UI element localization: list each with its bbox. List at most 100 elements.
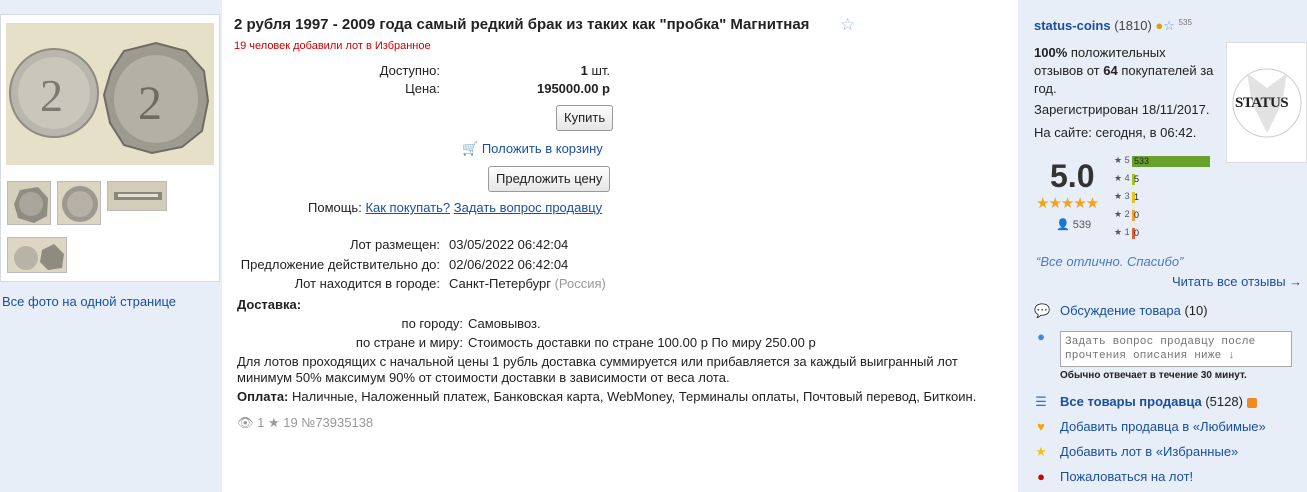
score-stars: ★★★★★ <box>1036 195 1099 212</box>
all-items-link[interactable]: Все товары продавца <box>1060 394 1202 409</box>
price-value: 195000.00 р <box>536 81 610 96</box>
response-time: Обычно отвечает в течение 30 минут. <box>1060 370 1247 381</box>
all-photos-link[interactable]: Все фото на одной странице <box>2 294 176 309</box>
rating-bar-count: 1 <box>1134 192 1140 202</box>
cart-icon: 🛒 <box>462 141 479 156</box>
list-icon: ☰ <box>1035 394 1047 409</box>
rating-bar-row: ★ 5 533 <box>1114 155 1210 169</box>
report-lot-link[interactable]: Пожаловаться на лот! <box>1060 469 1193 484</box>
chat-bubbles-icon: 💬 <box>1034 303 1051 318</box>
add-favorite-seller-link[interactable]: Добавить продавца в «Любимые» <box>1060 419 1266 434</box>
seller-rating-count: (1810) <box>1114 18 1152 33</box>
user-icon: 👤 <box>1056 219 1070 231</box>
delivery-country-value: Стоимость доставки по стране 100.00 р По… <box>468 335 816 350</box>
star-outline-icon: ☆ <box>1163 18 1175 33</box>
country-name: (Россия) <box>554 276 606 291</box>
feedback-line-1-rest: положительных <box>1070 45 1166 60</box>
review-quote: “Все отлично. Спасибо” <box>1036 254 1184 269</box>
delivery-note-line-2: минимум 50% максимум 90% от стоимости до… <box>237 370 730 385</box>
photo-gallery: 2 2 <box>0 14 220 282</box>
help-label: Помощь: <box>308 200 362 215</box>
svg-text:2: 2 <box>138 77 162 130</box>
all-items-row[interactable]: ☰ Все товары продавца (5128) <box>1034 394 1257 409</box>
feedback-line-2-post: покупателей за <box>1121 63 1214 78</box>
alert-icon: ● <box>1037 469 1045 484</box>
valid-until-label: Предложение действительно до: <box>240 257 440 272</box>
rating-bar-row: ★ 2 0 <box>1114 209 1139 223</box>
lot-details: 2 рубля 1997 - 2009 года самый редкий бр… <box>222 0 1018 492</box>
rating-bar-stars: ★ 3 <box>1114 191 1130 201</box>
rating-bar-count: 5 <box>1134 174 1140 184</box>
delivery-city-value: Самовывоз. <box>468 316 541 331</box>
rss-icon[interactable] <box>1246 397 1257 408</box>
star-icon: ★ <box>268 415 280 430</box>
svg-text:2: 2 <box>40 70 63 121</box>
seller-logo[interactable]: STATUS <box>1226 42 1307 163</box>
reviews-total-count: 539 <box>1072 219 1092 231</box>
lot-title: 2 рубля 1997 - 2009 года самый редкий бр… <box>234 16 810 33</box>
rating-bar-count: 533 <box>1134 156 1150 166</box>
rating-bar-row: ★ 4 5 <box>1114 173 1139 187</box>
payment-methods: Наличные, Наложенный платеж, Банковская … <box>292 389 977 404</box>
report-lot-row[interactable]: ● Пожаловаться на лот! <box>1034 469 1193 484</box>
thumbnail-2[interactable] <box>57 181 101 225</box>
rating-bar-count: 0 <box>1134 228 1140 238</box>
delivery-country-label: по стране и миру: <box>355 335 463 350</box>
main-photo-image: 2 2 <box>6 23 214 165</box>
star-filled-icon: ★ <box>1035 444 1047 459</box>
delivery-note-line-1: Для лотов проходящих с начальной цены 1 … <box>237 354 958 369</box>
rating-bar-stars: ★ 5 <box>1114 155 1130 165</box>
available-value: 1 шт. <box>581 63 610 78</box>
lot-stats: 👁 1 ★ 19 №73935138 <box>237 415 373 431</box>
lot-number: №73935138 <box>301 415 374 430</box>
feedback-line-2: отзывов от 64 покупателей за <box>1034 63 1213 78</box>
seller-registered: Зарегистрирован 18/11/2017. <box>1034 102 1210 117</box>
all-items-count: (5128) <box>1205 394 1243 409</box>
placed-value: 03/05/2022 06:42:04 <box>449 237 569 252</box>
cart-link-row[interactable]: 🛒 Положить в корзину <box>462 141 603 157</box>
feedback-line-3: год. <box>1034 81 1057 96</box>
rating-bar-stars: ★ 1 <box>1114 227 1130 237</box>
thumbnail-1[interactable] <box>7 181 51 225</box>
thumbnail-4[interactable] <box>7 237 67 273</box>
ask-question-input[interactable] <box>1060 331 1292 367</box>
feedback-buyers: 64 <box>1103 63 1118 78</box>
price-label: Цена: <box>405 81 440 96</box>
discussion-link[interactable]: Обсуждение товара <box>1060 303 1181 318</box>
add-favorite-seller-row[interactable]: ♥ Добавить продавца в «Любимые» <box>1034 419 1266 434</box>
discussion-count: (10) <box>1184 303 1208 318</box>
eye-icon: 👁 <box>237 415 254 430</box>
main-photo[interactable]: 2 2 <box>6 23 214 165</box>
buy-button[interactable]: Купить <box>556 105 614 131</box>
favorites-note: 19 человек добавили лот в Избранное <box>234 40 431 52</box>
seller-online: На сайте: сегодня, в 06:42. <box>1034 125 1197 140</box>
delivery-heading: Доставка: <box>237 297 302 312</box>
rating-bar-row: ★ 1 0 <box>1114 227 1139 241</box>
seller-panel: status-coins (1810) ●☆ 535 100% положите… <box>1034 18 1307 492</box>
thumbnail-3[interactable] <box>107 181 167 211</box>
how-to-buy-link[interactable]: Как покупать? <box>365 200 450 215</box>
add-favorite-lot-row[interactable]: ★ Добавить лот в «Избранные» <box>1034 444 1238 459</box>
available-unit: шт. <box>591 63 610 78</box>
ask-seller-link[interactable]: Задать вопрос продавцу <box>454 200 602 215</box>
city-label: Лот находится в городе: <box>294 276 440 291</box>
city-value: Санкт-Петербург (Россия) <box>449 276 606 291</box>
help-row: Помощь: Как покупать? Задать вопрос прод… <box>308 200 602 215</box>
delivery-city-label: по городу: <box>401 316 463 331</box>
seller-name-link[interactable]: status-coins <box>1034 18 1111 33</box>
seller-score: 5.0 <box>1050 158 1095 194</box>
discussion-row[interactable]: 💬 Обсуждение товара (10) <box>1034 303 1208 318</box>
read-all-reviews-link[interactable]: Читать все отзывы → <box>1172 274 1302 289</box>
rating-bar-count: 0 <box>1134 210 1140 220</box>
add-to-cart-link[interactable]: Положить в корзину <box>482 141 603 156</box>
valid-until-value: 02/06/2022 06:42:04 <box>449 257 569 272</box>
offer-price-button[interactable]: Предложить цену <box>488 166 611 192</box>
add-favorite-lot-link[interactable]: Добавить лот в «Избранные» <box>1060 444 1238 459</box>
seller-badge-count: 535 <box>1178 18 1192 27</box>
seller-header: status-coins (1810) ●☆ 535 <box>1034 18 1192 34</box>
available-qty: 1 <box>580 63 588 78</box>
views-count: 1 <box>257 415 265 430</box>
rating-bar-row: ★ 3 1 <box>1114 191 1139 205</box>
seller-logo-text: STATUS <box>1235 95 1289 111</box>
favorite-star-icon[interactable]: ☆ <box>840 15 855 35</box>
